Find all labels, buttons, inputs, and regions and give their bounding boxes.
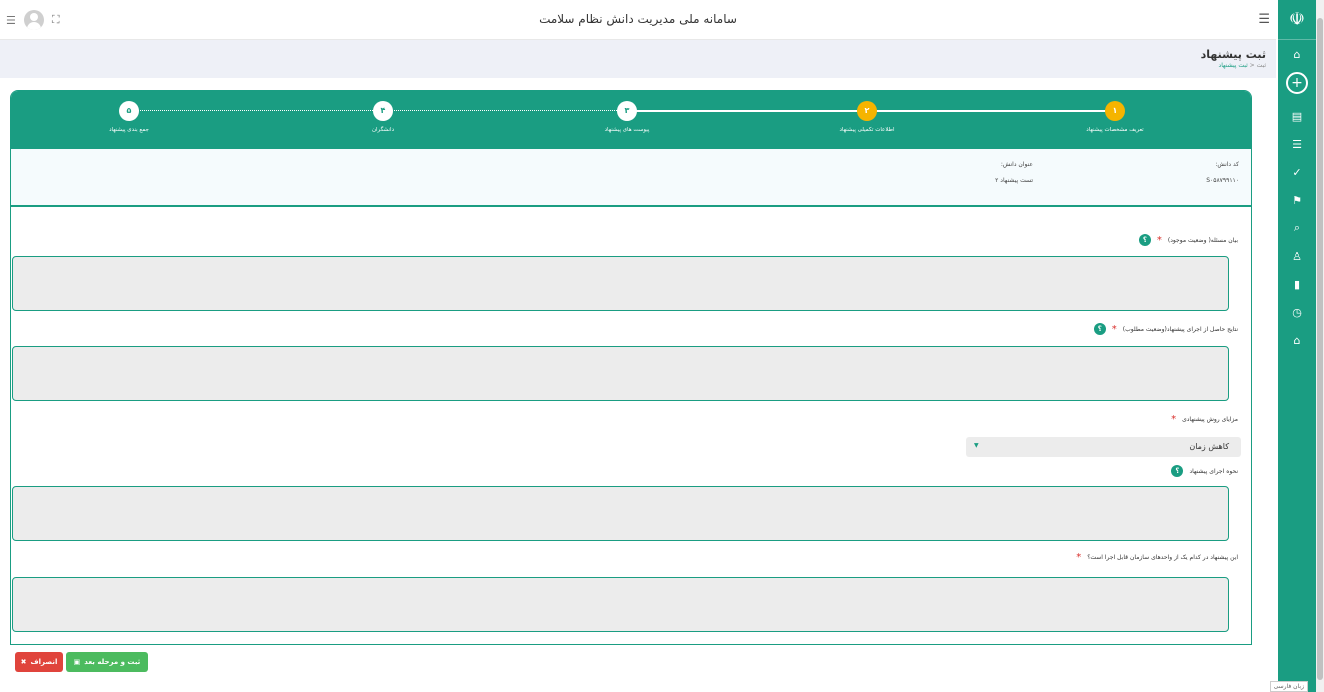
- clock-icon[interactable]: ◷: [1278, 298, 1316, 326]
- required-mark: *: [1111, 323, 1117, 335]
- document-icon[interactable]: ▮: [1278, 270, 1316, 298]
- close-icon: ✖: [20, 658, 27, 666]
- help-icon[interactable]: ؟: [1093, 323, 1106, 335]
- page-scrollbar[interactable]: [1316, 0, 1324, 692]
- results-textarea[interactable]: [12, 346, 1229, 401]
- calendar-icon[interactable]: ▤: [1278, 102, 1316, 130]
- breadcrumb-root[interactable]: ثبت: [1257, 62, 1266, 69]
- help-icon[interactable]: ؟: [1171, 465, 1184, 477]
- step-number: ۲: [857, 101, 877, 121]
- step-number: ۵: [119, 101, 139, 121]
- field-label-text: نتایج حاصل از اجرای پیشنهاد(وضعیت مطلوب): [1122, 325, 1238, 333]
- step-label: اطلاعات تکمیلی پیشنهاد: [839, 127, 895, 133]
- breadcrumb-current: ثبت پیشنهاد: [1218, 62, 1248, 69]
- search-icon[interactable]: ⌕: [1278, 214, 1316, 242]
- language-indicator[interactable]: زبان فارسی: [1269, 681, 1308, 692]
- chevron-down-icon: ▼: [974, 442, 979, 449]
- select-value: کاهش زمان: [1189, 442, 1229, 451]
- app-title: سامانه ملی مدیریت دانش نظام سلامت: [539, 12, 737, 26]
- problem-field-label: بیان مسئله( وضعیت موجود) * ؟: [1138, 234, 1238, 246]
- list-icon[interactable]: ☰: [1278, 130, 1316, 158]
- help-icon[interactable]: ؟: [1138, 234, 1151, 246]
- step-4[interactable]: ۴ دانشگران: [303, 101, 463, 133]
- home-icon[interactable]: ⌂: [1278, 40, 1316, 68]
- step-1[interactable]: ۱ تعریف مشخصات پیشنهاد: [1035, 101, 1195, 133]
- required-mark: *: [1171, 414, 1177, 425]
- required-mark: *: [1156, 234, 1162, 246]
- step-label: پیوست های پیشنهاد: [604, 127, 650, 133]
- breadcrumb-separator: <: [1249, 62, 1255, 69]
- units-field-label: این پیشنهاد در کدام یک از واحدهای سازمان…: [1076, 552, 1238, 563]
- sidebar: ☫ ⌂ + ▤ ☰ ✓ ⚑ ⌕ ♙ ▮ ◷ ⌂: [1278, 0, 1316, 692]
- field-label-text: مزایای روش پیشنهادی: [1182, 416, 1238, 423]
- field-label-text: این پیشنهاد در کدام یک از واحدهای سازمان…: [1087, 554, 1238, 561]
- code-value: S۰۵۸۷۹۹۱۱۰: [1206, 177, 1239, 184]
- cancel-label: انصراف: [30, 658, 58, 666]
- plus-circle-icon[interactable]: +: [1286, 72, 1308, 94]
- advantages-field-label: مزایای روش پیشنهادی *: [1171, 414, 1238, 425]
- advantages-select[interactable]: کاهش زمان ▼: [966, 437, 1241, 457]
- save-next-button[interactable]: ثبت و مرحله بعد ▣: [66, 652, 148, 672]
- graduation-icon[interactable]: ⚑: [1278, 186, 1316, 214]
- step-label: تعریف مشخصات پیشنهاد: [1086, 127, 1144, 133]
- field-label-text: بیان مسئله( وضعیت موجود): [1167, 236, 1238, 244]
- title-value: تست پیشنهاد ۲: [995, 177, 1033, 184]
- page-header: ثبت پیشنهاد ثبت < ثبت پیشنهاد: [0, 40, 1276, 78]
- method-textarea[interactable]: [12, 486, 1229, 541]
- breadcrumb: ثبت < ثبت پیشنهاد: [1219, 62, 1266, 69]
- save-label: ثبت و مرحله بعد: [84, 658, 141, 666]
- user-icon[interactable]: ♙: [1278, 242, 1316, 270]
- title-label: عنوان دانش:: [1000, 161, 1033, 168]
- step-label: دانشگران: [371, 127, 395, 133]
- results-field-label: نتایج حاصل از اجرای پیشنهاد(وضعیت مطلوب)…: [1093, 323, 1238, 335]
- step-label: جمع بندی پیشنهاد: [109, 127, 149, 133]
- step-number: ۴: [373, 101, 393, 121]
- page-title: ثبت پیشنهاد: [1200, 48, 1266, 61]
- step-5[interactable]: ۵ جمع بندی پیشنهاد: [49, 101, 209, 133]
- step-number: ۳: [617, 101, 637, 121]
- save-icon: ▣: [73, 658, 81, 666]
- knowledge-info: کد دانش: S۰۵۸۷۹۹۱۱۰ عنوان دانش: تست پیشن…: [11, 149, 1251, 207]
- problem-textarea[interactable]: [12, 256, 1229, 311]
- emblem-icon[interactable]: ☫: [1278, 0, 1316, 40]
- step-2[interactable]: ۲ اطلاعات تکمیلی پیشنهاد: [787, 101, 947, 133]
- units-textarea[interactable]: [12, 577, 1229, 632]
- check-icon[interactable]: ✓: [1278, 158, 1316, 186]
- step-number: ۱: [1105, 101, 1125, 121]
- field-label-text: نحوه اجرای پیشنهاد: [1189, 467, 1238, 475]
- cancel-button[interactable]: انصراف ✖: [15, 652, 63, 672]
- top-bar: ☰ ⛶ سامانه ملی مدیریت دانش نظام سلامت ☰: [0, 0, 1276, 40]
- sidebar-toggle-icon[interactable]: ☰: [1258, 12, 1270, 27]
- method-field-label: نحوه اجرای پیشنهاد ؟: [1171, 465, 1238, 477]
- step-3[interactable]: ۳ پیوست های پیشنهاد: [547, 101, 707, 133]
- scrollbar-thumb[interactable]: [1317, 18, 1323, 680]
- shop-icon[interactable]: ⌂: [1278, 326, 1316, 354]
- required-mark: *: [1076, 552, 1082, 563]
- code-label: کد دانش:: [1215, 161, 1239, 168]
- stepper: ۱ تعریف مشخصات پیشنهاد ۲ اطلاعات تکمیلی …: [11, 91, 1251, 149]
